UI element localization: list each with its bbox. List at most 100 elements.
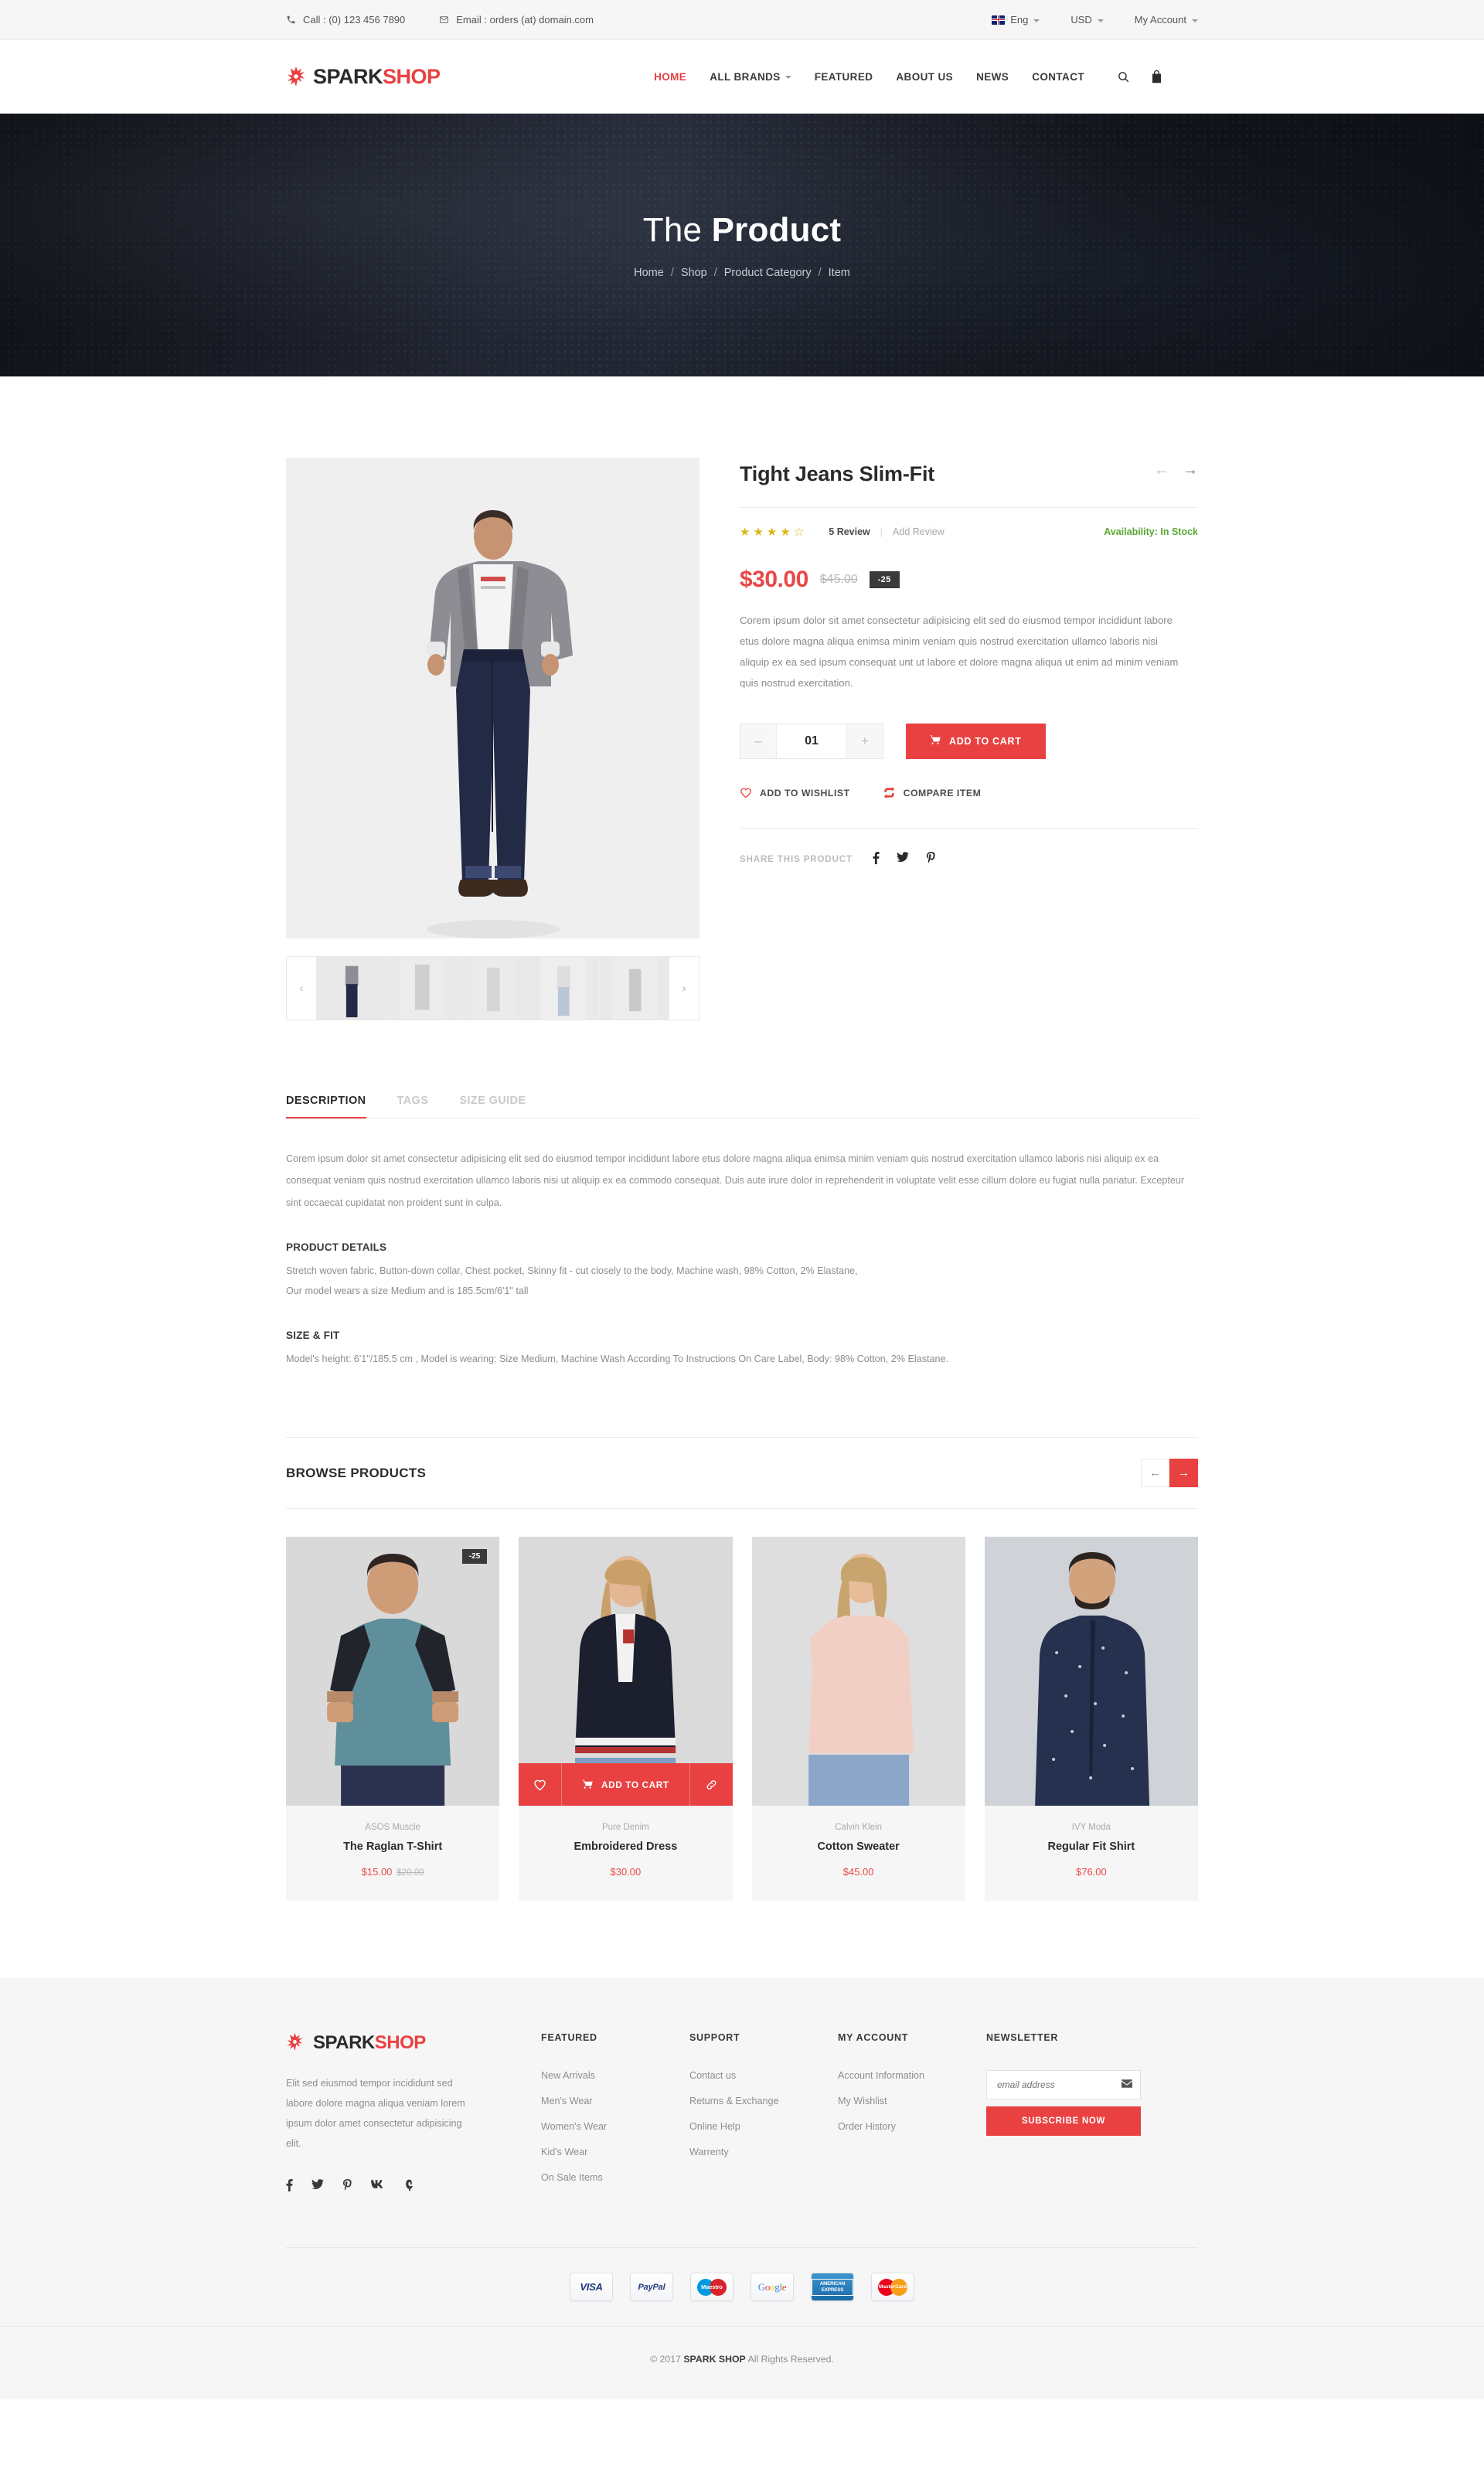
product-card-name[interactable]: Embroidered Dress: [526, 1841, 724, 1853]
menu-icon[interactable]: [1183, 73, 1198, 80]
arrow-left-icon[interactable]: ←: [1154, 462, 1169, 478]
site-footer: SPARKSHOP Elit sed eiusmod tempor incidi…: [0, 1978, 1484, 2400]
product-card-list: -25 ASOS Muscle The Raglan T-Shirt $15.0…: [286, 1537, 1198, 1902]
product-card-image[interactable]: ADD TO CART: [519, 1537, 733, 1806]
product-thumbnail[interactable]: [598, 957, 670, 1020]
compare-item-button[interactable]: COMPARE ITEM: [883, 787, 982, 799]
card-quick-link-button[interactable]: [690, 1763, 733, 1806]
size-fit-line: Model's height: 6'1"/185.5 cm , Model is…: [286, 1353, 948, 1364]
nav-item-home[interactable]: HOME: [654, 71, 686, 83]
product-thumbnail[interactable]: [316, 957, 387, 1020]
product-thumbnail[interactable]: [528, 957, 599, 1020]
footer-link-contact-us[interactable]: Contact us: [689, 2070, 838, 2081]
newsletter-email-input[interactable]: [986, 2070, 1141, 2100]
footer-link-order-history[interactable]: Order History: [838, 2121, 986, 2132]
product-card-price-current: $15.00: [361, 1866, 393, 1878]
footer-link-kids-wear[interactable]: Kid's Wear: [541, 2147, 689, 2157]
thumbnail-image: [399, 957, 445, 1020]
pinterest-icon[interactable]: [342, 2178, 352, 2194]
product-card[interactable]: -25 ASOS Muscle The Raglan T-Shirt $15.0…: [286, 1537, 500, 1902]
footer-link-warrenty[interactable]: Warrenty: [689, 2147, 838, 2157]
add-to-cart-button[interactable]: ADD TO CART: [906, 724, 1046, 760]
vk-icon[interactable]: [371, 2179, 385, 2194]
product-card[interactable]: Calvin Klein Cotton Sweater $45.00: [751, 1537, 965, 1902]
footer-link-account-information[interactable]: Account Information: [838, 2070, 986, 2081]
tab-size-guide[interactable]: SIZE GUIDE: [459, 1095, 526, 1119]
product-card-price-old: $20.00: [397, 1868, 424, 1878]
product-card-name[interactable]: The Raglan T-Shirt: [294, 1841, 492, 1853]
my-account-label: My Account: [1134, 14, 1186, 26]
envelope-icon: [439, 15, 450, 26]
site-logo[interactable]: SPARKSHOP: [286, 65, 441, 89]
footer-link-new-arrivals[interactable]: New Arrivals: [541, 2070, 689, 2081]
product-card-image[interactable]: [751, 1537, 965, 1806]
spark-logo-icon: [286, 66, 306, 87]
product-card-image[interactable]: [984, 1537, 1198, 1806]
twitter-icon[interactable]: [896, 852, 909, 867]
card-wishlist-button[interactable]: [519, 1763, 561, 1806]
search-icon[interactable]: [1117, 70, 1130, 83]
product-price: $30.00: [740, 567, 808, 592]
footer-link-returns-exchange[interactable]: Returns & Exchange: [689, 2096, 838, 2106]
card-add-to-cart-button[interactable]: ADD TO CART: [561, 1763, 690, 1806]
product-card[interactable]: IVY Moda Regular Fit Shirt $76.00: [984, 1537, 1198, 1902]
add-review-link[interactable]: Add Review: [893, 526, 945, 537]
nav-item-about-us[interactable]: ABOUT US: [896, 71, 953, 83]
footer-link-womens-wear[interactable]: Women's Wear: [541, 2121, 689, 2132]
breadcrumb-item-shop[interactable]: Shop: [681, 267, 707, 279]
tab-panel-description: Corem ipsum dolor sit amet consectetur a…: [286, 1119, 1198, 1369]
browse-next-button[interactable]: →: [1169, 1459, 1198, 1488]
nav-item-featured[interactable]: FEATURED: [815, 71, 873, 83]
quantity-decrease-button[interactable]: –: [740, 724, 776, 759]
pinterest-icon[interactable]: [926, 852, 936, 867]
nav-item-news[interactable]: NEWS: [976, 71, 1009, 83]
nav-item-all-brands[interactable]: ALL BRANDS: [710, 71, 791, 83]
footer-link-mens-wear[interactable]: Men's Wear: [541, 2096, 689, 2106]
footer-link-on-sale-items[interactable]: On Sale Items: [541, 2172, 689, 2183]
star-filled-icon: ★: [780, 526, 791, 539]
footer-logo-word-spark: SPARK: [313, 2032, 375, 2054]
bag-icon[interactable]: [1150, 70, 1163, 83]
footer-link-my-wishlist[interactable]: My Wishlist: [838, 2096, 986, 2106]
add-to-wishlist-button[interactable]: ADD TO WISHLIST: [740, 787, 850, 799]
payment-icon-paypal: PayPal: [630, 2273, 673, 2302]
topbar-phone-label: Call : (0) 123 456 7890: [303, 14, 406, 26]
product-card[interactable]: ADD TO CART Pure Denim Embroidered Dress…: [519, 1537, 733, 1902]
logo-word-spark: SPARK: [313, 64, 383, 88]
footer-column-newsletter: NEWSLETTER SUBSCRIBE NOW: [986, 2032, 1141, 2198]
tab-tags[interactable]: TAGS: [397, 1095, 429, 1119]
currency-selector[interactable]: USD: [1070, 14, 1104, 26]
facebook-icon[interactable]: [873, 852, 880, 867]
facebook-icon[interactable]: [286, 2178, 293, 2194]
product-details-line-1: Stretch woven fabric, Button-down collar…: [286, 1265, 858, 1276]
breadcrumb-item-home[interactable]: Home: [634, 267, 664, 279]
product-card-name[interactable]: Regular Fit Shirt: [992, 1841, 1190, 1853]
footer-logo[interactable]: SPARKSHOP: [286, 2032, 541, 2054]
footer-link-online-help[interactable]: Online Help: [689, 2121, 838, 2132]
my-account-menu[interactable]: My Account: [1135, 14, 1198, 26]
quantity-increase-button[interactable]: +: [847, 724, 883, 759]
product-thumbnail[interactable]: [457, 957, 529, 1020]
product-title: Tight Jeans Slim-Fit: [740, 462, 935, 485]
language-selector[interactable]: Eng: [992, 14, 1040, 26]
vine-icon[interactable]: [403, 2179, 413, 2194]
twitter-icon[interactable]: [311, 2178, 324, 2194]
thumbnail-next-button[interactable]: ›: [669, 957, 699, 1020]
review-count: 5 Review: [829, 526, 870, 537]
arrow-right-icon[interactable]: →: [1183, 462, 1198, 478]
thumbnail-prev-button[interactable]: ‹: [287, 957, 316, 1020]
quantity-value[interactable]: 01: [776, 724, 847, 759]
product-details-heading: PRODUCT DETAILS: [286, 1241, 387, 1253]
uk-flag-icon: [992, 15, 1006, 25]
product-main-image[interactable]: [286, 458, 699, 938]
browse-prev-button[interactable]: ←: [1141, 1459, 1169, 1488]
footer-heading-my-account: MY ACCOUNT: [838, 2032, 909, 2044]
subscribe-button[interactable]: SUBSCRIBE NOW: [986, 2106, 1141, 2137]
product-card-image[interactable]: -25: [286, 1537, 500, 1806]
page-title-bold: Product: [711, 211, 842, 249]
product-card-name[interactable]: Cotton Sweater: [760, 1841, 958, 1853]
product-thumbnail[interactable]: [386, 957, 458, 1020]
breadcrumb-item-category[interactable]: Product Category: [724, 267, 812, 279]
tab-description[interactable]: DESCRIPTION: [286, 1095, 366, 1119]
nav-item-contact[interactable]: CONTACT: [1032, 71, 1084, 83]
